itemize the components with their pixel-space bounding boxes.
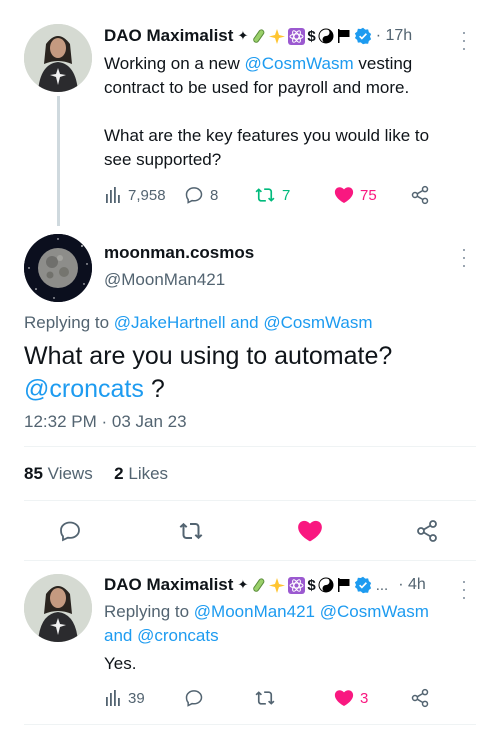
- moon-image: [24, 234, 92, 302]
- tweet-body: Working on a new @CosmWasm vesting contr…: [104, 54, 430, 169]
- mention-cosmwasm[interactable]: @CosmWasm: [320, 602, 429, 621]
- mention-cosmwasm[interactable]: @CosmWasm: [244, 54, 353, 73]
- analytics-icon: [106, 690, 120, 706]
- sparkle-cross-icon: ✦: [237, 28, 249, 43]
- divider: [24, 446, 476, 447]
- tweet-body: What are you using to automate? @croncat…: [24, 342, 393, 403]
- like-button[interactable]: 3: [334, 688, 410, 708]
- engagement-stats: 85 Views 2 Likes: [24, 464, 168, 484]
- person-image: [24, 24, 92, 92]
- yin-yang-icon: [318, 577, 334, 593]
- emoji-flair: ✦ $: [237, 576, 371, 594]
- views-button[interactable]: 39: [104, 689, 184, 707]
- divider: [24, 560, 476, 561]
- reply-icon: [185, 187, 203, 204]
- likes-stat[interactable]: 2 Likes: [114, 464, 168, 483]
- mention-croncats[interactable]: @croncats: [137, 626, 219, 645]
- divider: [24, 500, 476, 501]
- test-tube-icon: [253, 577, 265, 592]
- avatar-dao-maximalist[interactable]: [24, 24, 92, 92]
- tweet-time[interactable]: · 17h: [376, 27, 412, 45]
- views-count: 39: [128, 689, 145, 707]
- views-stat[interactable]: 85 Views: [24, 464, 93, 483]
- replying-to: Replying to @MoonMan421 @CosmWasm and @c…: [104, 602, 429, 645]
- atom-icon: [288, 27, 306, 45]
- more-options-icon[interactable]: · · ·: [460, 572, 468, 606]
- dollar-icon: $: [307, 27, 316, 45]
- tweet-body: Yes.: [104, 654, 137, 673]
- atom-icon: [288, 576, 306, 594]
- sparkles-icon: [269, 577, 286, 593]
- heart-filled-icon: [334, 187, 354, 203]
- retweet-count: 7: [282, 186, 291, 204]
- heart-filled-icon: [334, 690, 354, 706]
- reply-icon: [185, 690, 203, 707]
- tweet-timestamp[interactable]: 12:32 PM · 03 Jan 23: [24, 412, 187, 432]
- yin-yang-icon: [318, 28, 334, 44]
- reply-button[interactable]: [184, 688, 254, 708]
- test-tube-icon: [253, 28, 265, 43]
- tweet-time[interactable]: · 4h: [398, 576, 426, 594]
- person-image: [24, 574, 92, 642]
- views-count: 7,958: [128, 186, 166, 204]
- analytics-icon: [106, 187, 120, 203]
- name-ellipsis: ...: [375, 576, 389, 594]
- black-flag-icon: [337, 578, 350, 592]
- author-name[interactable]: moonman.cosmos: [104, 243, 254, 263]
- dollar-icon: $: [307, 576, 316, 594]
- reply-icon[interactable]: [58, 519, 82, 543]
- thread-line: [57, 96, 60, 226]
- author-name[interactable]: DAO Maximalist: [104, 575, 233, 595]
- retweet-icon[interactable]: [178, 519, 204, 543]
- retweet-button[interactable]: [254, 688, 334, 708]
- author-handle[interactable]: @MoonMan421: [104, 270, 225, 290]
- share-button[interactable]: [410, 688, 430, 708]
- verified-badge-icon: [354, 27, 371, 45]
- replying-to: Replying to @JakeHartnell and @CosmWasm: [24, 313, 373, 332]
- mention-moonman421[interactable]: @MoonMan421: [194, 602, 315, 621]
- retweet-icon: [255, 691, 275, 705]
- share-icon[interactable]: [415, 519, 439, 543]
- avatar-moonman[interactable]: [24, 234, 92, 302]
- views-button[interactable]: 7,958: [104, 186, 184, 204]
- share-button[interactable]: [410, 185, 430, 205]
- share-icon: [411, 185, 429, 205]
- sparkles-icon: [269, 28, 286, 44]
- emoji-flair: ✦ $: [237, 27, 371, 45]
- retweet-button[interactable]: 7: [254, 185, 334, 205]
- mention-croncats[interactable]: @croncats: [24, 375, 144, 403]
- reply-button[interactable]: 8: [184, 185, 254, 205]
- like-count: 3: [360, 689, 369, 707]
- reply-count: 8: [210, 186, 219, 204]
- mention-jakehartnell[interactable]: @JakeHartnell: [114, 313, 226, 332]
- retweet-icon: [255, 188, 275, 202]
- avatar-dao-maximalist[interactable]: [24, 574, 92, 642]
- heart-filled-icon[interactable]: [297, 518, 323, 544]
- like-count: 75: [360, 186, 377, 204]
- author-name[interactable]: DAO Maximalist: [104, 26, 233, 46]
- more-options-icon[interactable]: · · ·: [460, 240, 468, 274]
- like-button[interactable]: 75: [334, 185, 410, 205]
- black-flag-icon: [337, 29, 350, 43]
- share-icon: [411, 688, 429, 708]
- sparkle-cross-icon: ✦: [237, 577, 249, 592]
- verified-badge-icon: [354, 576, 371, 594]
- mention-cosmwasm[interactable]: @CosmWasm: [263, 313, 372, 332]
- divider: [24, 724, 476, 725]
- more-options-icon[interactable]: · · ·: [460, 23, 468, 57]
